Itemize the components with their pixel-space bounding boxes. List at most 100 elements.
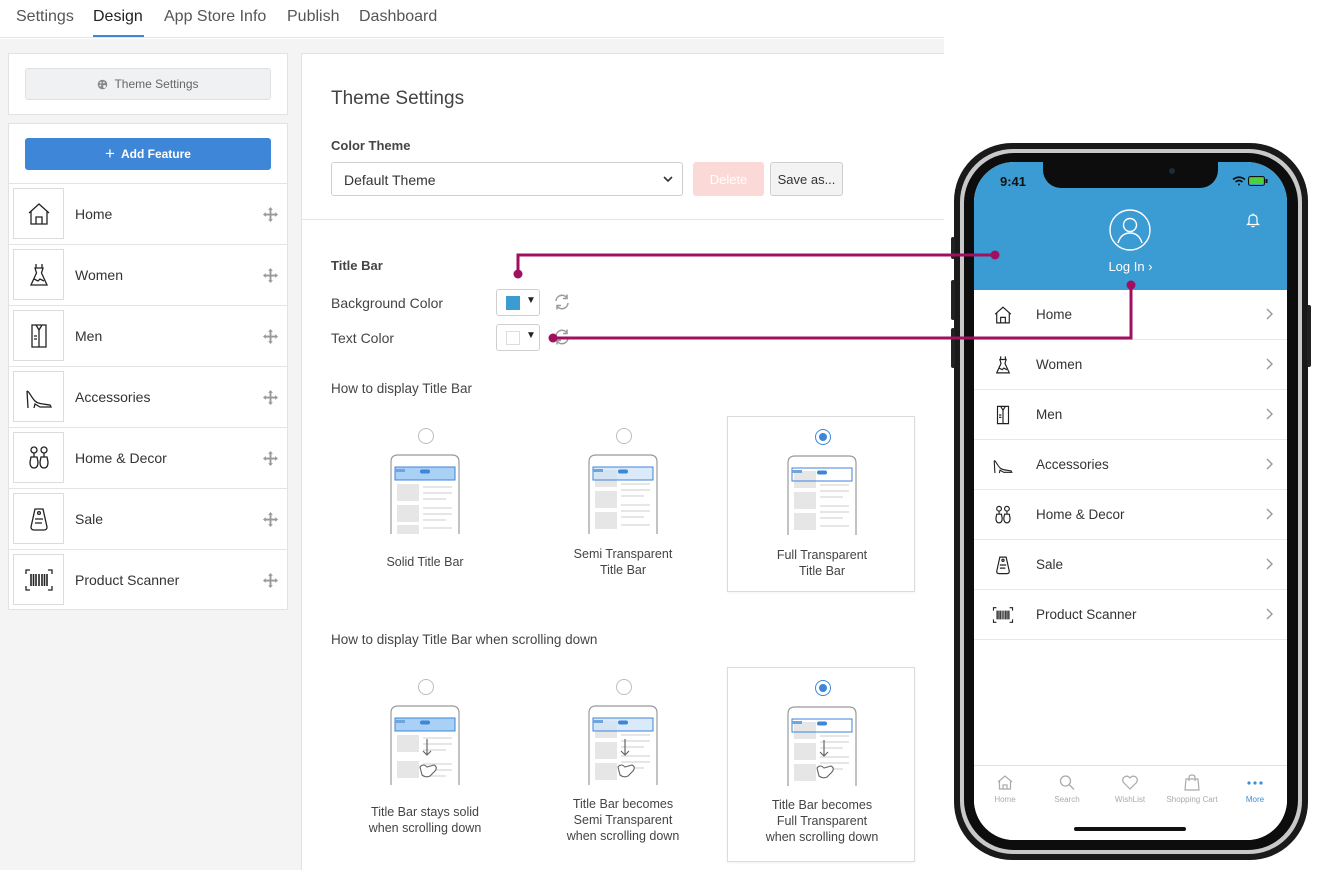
phone-full-transparent-icon (787, 455, 857, 535)
tab-bar-shopping-cart[interactable]: Shopping Cart (1161, 774, 1223, 804)
feature-row-accessories[interactable]: Accessories (9, 366, 287, 427)
radio-button[interactable] (418, 428, 434, 444)
barcode-icon (24, 568, 53, 591)
feature-label: Women (75, 267, 123, 283)
status-time: 9:41 (1000, 174, 1027, 189)
feature-thumb (13, 188, 64, 239)
option-becomes-full-transparent[interactable]: Title Bar becomes Full Transparent when sc… (727, 667, 915, 862)
tab-bar-wishlist[interactable]: WishList (1099, 774, 1161, 804)
menu-item-label: Accessories (1036, 457, 1109, 472)
option-label: Title Bar becomes Full Transparent when sc… (765, 798, 879, 844)
feature-label: Home (75, 206, 113, 222)
radio-button-selected[interactable] (815, 429, 831, 445)
tab-bar-label: WishList (1114, 795, 1146, 804)
phone-scroll-solid-icon (390, 705, 460, 785)
color-theme-value: Default Theme (344, 172, 436, 188)
bell-icon[interactable] (1246, 212, 1260, 228)
sale-tag-icon (29, 507, 48, 531)
dropdown-arrow-icon: ▼ (526, 295, 536, 306)
radio-button[interactable] (418, 679, 434, 695)
menu-item-home[interactable]: Home (974, 290, 1287, 340)
menu-item-sale[interactable]: Sale (974, 540, 1287, 590)
feature-row-men[interactable]: Men (9, 305, 287, 366)
tab-publish[interactable]: Publish (287, 8, 339, 26)
color-theme-label: Color Theme (331, 138, 411, 153)
divider (301, 219, 944, 220)
home-indicator (1074, 827, 1186, 831)
drag-handle-icon[interactable] (263, 329, 278, 344)
tab-design[interactable]: Design (93, 8, 143, 26)
house-icon (994, 306, 1012, 324)
menu-item-men[interactable]: Men (974, 390, 1287, 440)
feature-list: + Add Feature Home Women Men Accessories (8, 123, 288, 610)
menu-item-product-scanner[interactable]: Product Scanner (974, 590, 1287, 640)
chevron-right-icon (1266, 508, 1273, 520)
option-label: Title Bar stays solid when scrolling down (368, 805, 482, 835)
sale-tag-icon (996, 556, 1010, 575)
menu-item-home-decor[interactable]: Home & Decor (974, 490, 1287, 540)
menu-item-accessories[interactable]: Accessories (974, 440, 1287, 490)
drag-handle-icon[interactable] (263, 451, 278, 466)
tab-bar-search[interactable]: Search (1036, 774, 1098, 804)
feature-row-sale[interactable]: Sale (9, 488, 287, 549)
text-color-picker[interactable]: ▼ (496, 324, 540, 351)
display-title-bar-heading: How to display Title Bar (331, 381, 473, 396)
feature-row-women[interactable]: Women (9, 244, 287, 305)
tab-bar-label: More (1245, 795, 1265, 804)
barcode-icon (992, 607, 1014, 623)
feature-label: Men (75, 328, 103, 344)
phone-screen: 9:41 Log In › Home Women Men Accessories… (974, 162, 1287, 840)
chevron-down-icon (663, 176, 673, 183)
house-icon (997, 775, 1013, 790)
tab-dashboard[interactable]: Dashboard (359, 8, 437, 26)
tab-bar-label: Search (1054, 795, 1080, 804)
shirt-icon (30, 323, 47, 348)
feature-row-home-decor[interactable]: Home & Decor (9, 427, 287, 488)
theme-settings-button[interactable]: Theme Settings (25, 68, 271, 100)
feature-row-product-scanner[interactable]: Product Scanner (9, 549, 287, 610)
tab-bar-home[interactable]: Home (974, 774, 1036, 804)
option-becomes-semi-transparent[interactable]: Title Bar becomes Semi Transparent when sc… (529, 667, 717, 843)
log-in-link[interactable]: Log In › (974, 259, 1287, 274)
background-color-picker[interactable]: ▼ (496, 289, 540, 316)
option-full-transparent-title-bar[interactable]: Full Transparent Title Bar (727, 416, 915, 592)
color-theme-select[interactable]: Default Theme (331, 162, 683, 196)
title-bar-preview: 9:41 Log In › (974, 162, 1287, 290)
reset-icon[interactable] (553, 328, 571, 346)
chevron-right-icon (1266, 608, 1273, 620)
chevron-right-icon (1266, 458, 1273, 470)
option-stays-solid[interactable]: Title Bar stays solid when scrolling down (331, 667, 519, 843)
option-semi-transparent-title-bar[interactable]: Semi Transparent Title Bar (529, 416, 717, 592)
reset-icon[interactable] (553, 293, 571, 311)
tab-bar-more[interactable]: More (1224, 774, 1286, 804)
tab-settings[interactable]: Settings (16, 8, 74, 26)
add-feature-label: Add Feature (120, 147, 191, 161)
feature-row-home[interactable]: Home (9, 183, 287, 244)
feature-thumb (13, 371, 64, 422)
menu-item-label: Sale (1036, 557, 1064, 572)
wifi-icon (1232, 176, 1246, 186)
drag-handle-icon[interactable] (263, 207, 278, 222)
phone-power-button (1307, 305, 1311, 367)
option-solid-title-bar[interactable]: Solid Title Bar (331, 416, 519, 592)
dress-icon (29, 263, 48, 286)
chevron-right-icon (1266, 408, 1273, 420)
add-feature-button[interactable]: + Add Feature (25, 138, 271, 170)
radio-button[interactable] (616, 679, 632, 695)
dropdown-arrow-icon: ▼ (526, 330, 536, 341)
menu-item-women[interactable]: Women (974, 340, 1287, 390)
radio-button-selected[interactable] (815, 680, 831, 696)
radio-button[interactable] (616, 428, 632, 444)
tab-app-store-info[interactable]: App Store Info (164, 8, 266, 26)
phone-notch (1043, 162, 1218, 188)
drag-handle-icon[interactable] (263, 268, 278, 283)
drag-handle-icon[interactable] (263, 390, 278, 405)
feature-thumb (13, 310, 64, 361)
delete-button[interactable]: Delete (693, 162, 764, 196)
phone-semi-transparent-icon (588, 454, 658, 534)
drag-handle-icon[interactable] (263, 573, 278, 588)
theme-settings-card: Theme Settings (8, 53, 288, 115)
user-avatar-icon[interactable] (1109, 209, 1151, 251)
drag-handle-icon[interactable] (263, 512, 278, 527)
save-as-button[interactable]: Save as... (770, 162, 843, 196)
